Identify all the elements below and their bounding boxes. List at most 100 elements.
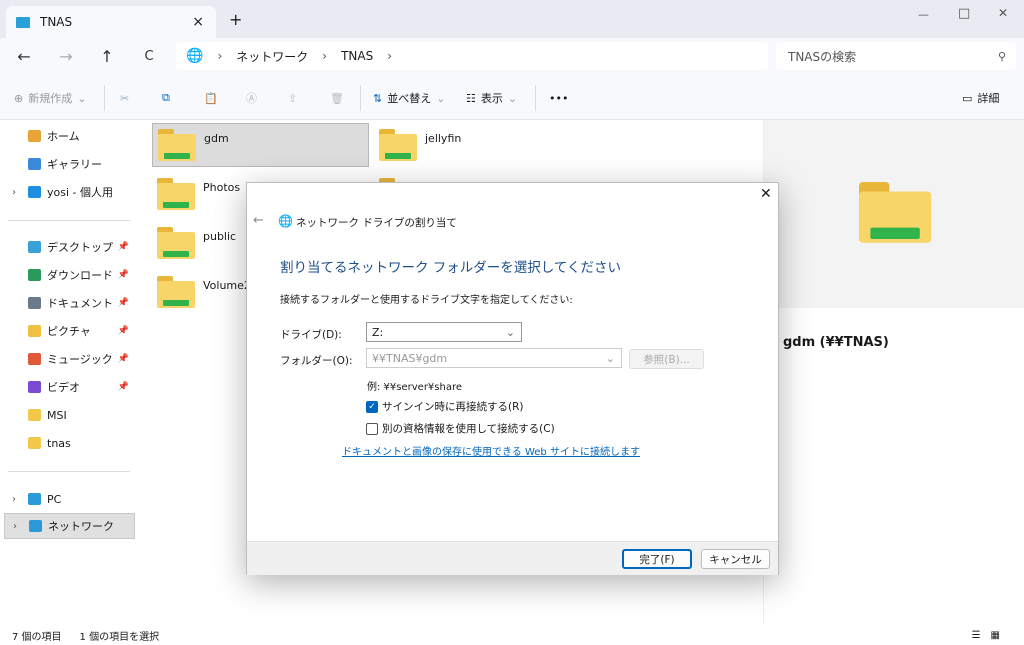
folder-gdm[interactable]: gdm [152,123,369,167]
chevron-right-icon[interactable]: › [13,521,17,532]
checkbox-unchecked-icon [366,422,378,435]
folder-input[interactable]: ¥¥TNAS¥gdm ⌄ [366,348,622,368]
breadcrumb-tnas[interactable]: TNAS [341,49,373,63]
new-tab-button[interactable]: + [229,10,242,29]
sidebar-item-icon [28,353,41,365]
command-bar: ⊕ 新規作成 ⌄ ✂ ⧉ 📋 Ⓐ ⇪ 🗑 ⇅ 並べ替え ⌄ ☷ 表示 ⌄ ••• ▭ 詳細 [0,75,1024,120]
sidebar-item-label: ホーム [47,130,80,143]
address-bar[interactable]: 🌐 › ネットワーク › TNAS › [176,42,768,70]
pin-icon: 📌 [117,382,129,392]
browse-button[interactable]: 参照(B)... [629,349,704,369]
pin-icon: 📌 [117,270,129,280]
drive-value: Z: [372,325,384,339]
copy-icon[interactable]: ⧉ [162,87,170,109]
example-text: 例: ¥¥server¥share [367,382,463,393]
up-button[interactable]: ↑ [95,44,119,68]
divider [8,220,130,221]
details-pane-icon: ▭ [962,91,973,105]
credentials-label: 別の資格情報を使用して接続する(C) [382,423,555,435]
sidebar-item-icon [28,269,41,281]
more-button[interactable]: ••• [549,87,568,109]
sidebar-item-icon [29,520,42,532]
dialog-close-button[interactable]: ✕ [760,186,772,202]
file-name: gdm [204,131,229,145]
new-button[interactable]: ⊕ 新規作成 ⌄ [14,87,86,109]
view-toggle-icons[interactable]: ☰▦ [972,630,1010,641]
details-label: 詳細 [977,92,1000,105]
view-button[interactable]: ☷ 表示 ⌄ [466,87,517,109]
credentials-checkbox[interactable]: 別の資格情報を使用して接続する(C) [366,421,555,436]
sidebar-item-label: ピクチャ [47,325,91,338]
sidebar-item-label: ギャラリー [47,158,102,171]
sidebar-item-icon [28,493,41,505]
forward-button[interactable]: → [54,44,78,68]
sidebar-item-label: PC [47,492,62,506]
tab-close-button[interactable]: × [192,14,204,30]
sidebar-item[interactable]: › ネットワーク [4,513,135,539]
reconnect-checkbox[interactable]: ✓ サインイン時に再接続する(R) [366,399,524,414]
rename-icon[interactable]: Ⓐ [246,87,257,109]
details-button[interactable]: ▭ 詳細 [962,87,999,109]
sidebar-item[interactable]: MSI [4,402,135,428]
drive-select[interactable]: Z: ⌄ [366,322,522,342]
navigation-pane: ホームギャラリー › yosi - 個人用デスクトップ 📌 ダウンロード 📌 ドキュメント 📌… [0,120,138,625]
pin-icon: 📌 [117,354,129,364]
sort-icon: ⇅ [373,91,383,105]
sidebar-item[interactable]: デスクトップ 📌 [4,234,135,260]
chevron-right-icon[interactable]: › [12,187,16,198]
breadcrumb-network[interactable]: ネットワーク [236,48,308,65]
delete-icon[interactable]: 🗑 [330,87,344,109]
close-window-button[interactable]: ✕ [998,6,1008,20]
chevron-down-icon: ⌄ [605,351,615,365]
monitor-icon [16,16,30,28]
divider [535,85,536,111]
tab-title: TNAS [40,15,73,29]
map-network-drive-dialog: ✕ ← 🌐 ネットワーク ドライブの割り当て 割り当てるネットワーク フォルダー… [246,182,779,575]
network-drive-icon: 🌐 [278,214,293,228]
view-icon: ☷ [466,91,476,105]
sort-button[interactable]: ⇅ 並べ替え ⌄ [373,87,445,109]
sidebar-item[interactable]: ギャラリー [4,151,135,177]
folder-jellyfin[interactable]: jellyfin [374,123,591,167]
divider [360,85,361,111]
refresh-button[interactable]: C [137,44,161,68]
sidebar-item[interactable]: › PC [4,486,135,512]
sidebar-item[interactable]: ミュージック 📌 [4,346,135,372]
finish-button[interactable]: 完了(F) [622,549,692,569]
sidebar-item[interactable]: ビデオ 📌 [4,374,135,400]
sidebar-item-label: yosi - 個人用 [47,186,113,199]
selection-count: 1 個の項目を選択 [79,631,160,643]
sidebar-item-icon [28,241,41,253]
cancel-button[interactable]: キャンセル [701,549,770,569]
sidebar-item[interactable]: ドキュメント 📌 [4,290,135,316]
sidebar-item[interactable]: ピクチャ 📌 [4,318,135,344]
tab-tnas[interactable]: TNAS × [6,6,216,38]
pin-icon: 📌 [117,242,129,252]
chevron-down-icon: ⌄ [505,325,515,339]
dialog-footer: 完了(F) キャンセル [247,541,778,575]
chevron-right-icon[interactable]: › [12,494,16,505]
dialog-back-button[interactable]: ← [253,213,264,228]
pin-icon: 📌 [117,326,129,336]
search-input[interactable]: TNASの検索 ⚲ [776,42,1016,70]
checkbox-checked-icon: ✓ [366,400,378,413]
navigation-bar: ← → ↑ C 🌐 › ネットワーク › TNAS › TNASの検索 ⚲ [0,38,1024,75]
sidebar-item-label: ビデオ [47,381,80,394]
sidebar-item[interactable]: ダウンロード 📌 [4,262,135,288]
file-name: public [203,229,237,243]
paste-icon[interactable]: 📋 [204,87,218,109]
maximize-button[interactable]: □ [958,6,970,21]
web-site-link[interactable]: ドキュメントと画像の保存に使用できる Web サイトに接続します [342,443,640,458]
plus-circle-icon: ⊕ [14,91,24,105]
sort-label: 並べ替え [387,92,432,105]
sidebar-item[interactable]: › yosi - 個人用 [4,179,135,205]
sidebar-item-icon [28,437,41,449]
sidebar-item-label: ミュージック [47,353,113,366]
tab-bar: TNAS × + — □ ✕ [0,0,1024,38]
sidebar-item[interactable]: tnas [4,430,135,456]
minimize-button[interactable]: — [918,8,929,21]
back-button[interactable]: ← [12,44,36,68]
sidebar-item[interactable]: ホーム [4,123,135,149]
cut-icon[interactable]: ✂ [120,87,129,109]
share-icon[interactable]: ⇪ [288,87,297,109]
